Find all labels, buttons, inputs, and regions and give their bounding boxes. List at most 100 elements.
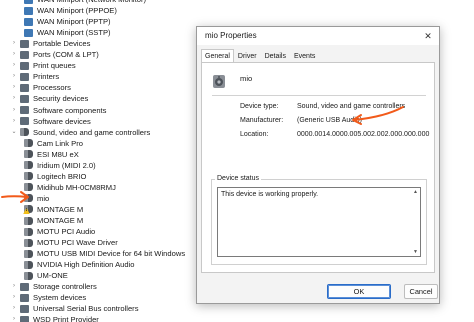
tree-item-label: Software devices: [33, 116, 91, 126]
tree-item-label: Logitech BRIO: [37, 171, 87, 181]
system-device-icon: [20, 293, 29, 302]
speaker-icon: [24, 271, 33, 280]
tab-general[interactable]: General: [201, 49, 234, 63]
status-scrollbar[interactable]: ▲ ▼: [412, 188, 420, 256]
speaker-icon: [24, 260, 33, 269]
tree-item-label: System devices: [33, 293, 87, 303]
tree-item[interactable]: MOTU USB MIDI Device for 64 bit Windows: [22, 248, 185, 259]
device-status-legend: Device status: [215, 175, 262, 182]
tree-item[interactable]: › Software devices: [10, 116, 91, 127]
tree-item[interactable]: ESI M8U eX: [22, 149, 79, 160]
tree-item[interactable]: › Security devices: [10, 93, 88, 104]
location-value: 0000.0014.0000.005.002.002.000.000.000: [297, 131, 430, 138]
divider: [212, 95, 426, 96]
speaker-icon: [24, 227, 33, 236]
tree-item-label: Universal Serial Bus controllers: [33, 304, 139, 314]
chevron-right-icon[interactable]: ›: [10, 281, 18, 292]
general-panel: mio Device type: Sound, video and game c…: [201, 62, 435, 273]
speaker-icon: [24, 172, 33, 181]
properties-dialog: mio Properties ✕ General Driver Details …: [196, 26, 440, 304]
tree-item-label: WAN Miniport (PPPOE): [37, 6, 117, 16]
tree-item[interactable]: MONTAGE M: [22, 215, 83, 226]
tab-details[interactable]: Details: [261, 49, 290, 63]
tree-item[interactable]: WAN Miniport (PPPOE): [22, 5, 117, 16]
tree-item[interactable]: WAN Miniport (SSTP): [22, 27, 111, 38]
tree-item[interactable]: › Printers: [10, 71, 59, 82]
tree-item[interactable]: › WSD Print Provider: [10, 314, 99, 322]
chevron-right-icon[interactable]: ›: [10, 303, 18, 314]
tree-item[interactable]: › System devices: [10, 292, 86, 303]
device-status-box[interactable]: This device is working properly. ▲ ▼: [217, 187, 421, 257]
chevron-right-icon[interactable]: ›: [10, 314, 18, 322]
chevron-right-icon[interactable]: ›: [10, 105, 18, 116]
software-device-icon: [20, 117, 29, 126]
tree-item-label: UM-ONE: [37, 271, 68, 281]
manufacturer-label: Manufacturer:: [240, 117, 284, 124]
tree-item[interactable]: mio: [22, 193, 49, 204]
cancel-button[interactable]: Cancel: [404, 284, 438, 299]
device-name: mio: [240, 74, 253, 83]
chevron-right-icon[interactable]: ›: [10, 82, 18, 93]
device-status-text: This device is working properly.: [221, 191, 319, 198]
ok-button[interactable]: OK: [327, 284, 391, 299]
speaker-icon: [20, 128, 29, 137]
tree-item[interactable]: › Software components: [10, 105, 106, 116]
device-tree: WAN Miniport (Network Monitor)WAN Minipo…: [0, 0, 200, 322]
tree-item[interactable]: › Portable Devices: [10, 38, 90, 49]
chevron-right-icon[interactable]: ›: [10, 292, 18, 303]
scroll-up-icon[interactable]: ▲: [413, 189, 418, 195]
tree-item-label: MONTAGE M: [37, 216, 84, 225]
tree-item[interactable]: › Ports (COM & LPT): [10, 49, 99, 60]
chevron-right-icon[interactable]: ›: [10, 71, 18, 82]
tree-item[interactable]: UM-ONE: [22, 270, 68, 281]
tree-item-label: Software components: [33, 105, 107, 115]
scroll-down-icon[interactable]: ▼: [413, 249, 418, 255]
chevron-right-icon[interactable]: ›: [10, 116, 18, 127]
tree-item[interactable]: › Processors: [10, 82, 71, 93]
tree-item-label: MOTU USB MIDI Device for 64 bit Windows: [37, 249, 186, 259]
chevron-right-icon[interactable]: ›: [10, 60, 18, 71]
speaker-icon: [24, 150, 33, 159]
tree-item[interactable]: Iridium (MIDI 2.0): [22, 160, 96, 171]
tree-item-label: Processors: [33, 83, 71, 93]
chevron-right-icon[interactable]: ›: [10, 93, 18, 104]
tree-item-label: Sound, video and game controllers: [33, 127, 151, 137]
tree-item[interactable]: MONTAGE M: [22, 204, 83, 215]
close-button[interactable]: ✕: [421, 29, 435, 43]
speaker-icon: [24, 183, 33, 192]
tree-item[interactable]: › Print queues: [10, 60, 76, 71]
printer-icon: [20, 61, 29, 70]
tree-item[interactable]: Logitech BRIO: [22, 171, 86, 182]
tree-item[interactable]: MOTU PCI Audio: [22, 226, 95, 237]
speaker-icon: [24, 194, 33, 203]
tree-item[interactable]: NVIDIA High Definition Audio: [22, 259, 135, 270]
tree-item[interactable]: ⌄ Sound, video and game controllers: [10, 127, 150, 138]
security-device-icon: [20, 94, 29, 103]
network-adapter-icon: [24, 0, 33, 4]
tree-item[interactable]: Cam Link Pro: [22, 138, 83, 149]
portable-device-icon: [20, 39, 29, 48]
device-type-label: Device type:: [240, 103, 279, 110]
device-status-group: Device status This device is working pro…: [211, 175, 427, 265]
tree-item-label: Print queues: [33, 61, 76, 71]
location-label: Location:: [240, 131, 269, 138]
tab-events[interactable]: Events: [290, 49, 319, 63]
tree-item[interactable]: › Universal Serial Bus controllers: [10, 303, 139, 314]
chevron-down-icon[interactable]: ⌄: [10, 127, 18, 138]
network-adapter-icon: [24, 17, 33, 26]
tree-item[interactable]: MOTU PCI Wave Driver: [22, 237, 118, 248]
tree-item-label: Cam Link Pro: [37, 138, 84, 148]
usb-controller-icon: [20, 304, 29, 313]
chevron-right-icon[interactable]: ›: [10, 38, 18, 49]
speaker-icon: [24, 249, 33, 258]
tree-item-label: WAN Miniport (PPTP): [37, 17, 111, 27]
tree-item[interactable]: › Storage controllers: [10, 281, 97, 292]
software-component-icon: [20, 106, 29, 114]
tab-driver[interactable]: Driver: [234, 49, 261, 63]
network-adapter-icon: [24, 28, 33, 37]
chevron-right-icon[interactable]: ›: [10, 49, 18, 60]
tree-item[interactable]: WAN Miniport (PPTP): [22, 16, 111, 27]
tree-item-label: MOTU PCI Wave Driver: [37, 238, 118, 248]
dialog-titlebar[interactable]: mio Properties ✕: [197, 27, 439, 45]
tree-item[interactable]: Midihub MH-0CM8RMJ: [22, 182, 116, 193]
